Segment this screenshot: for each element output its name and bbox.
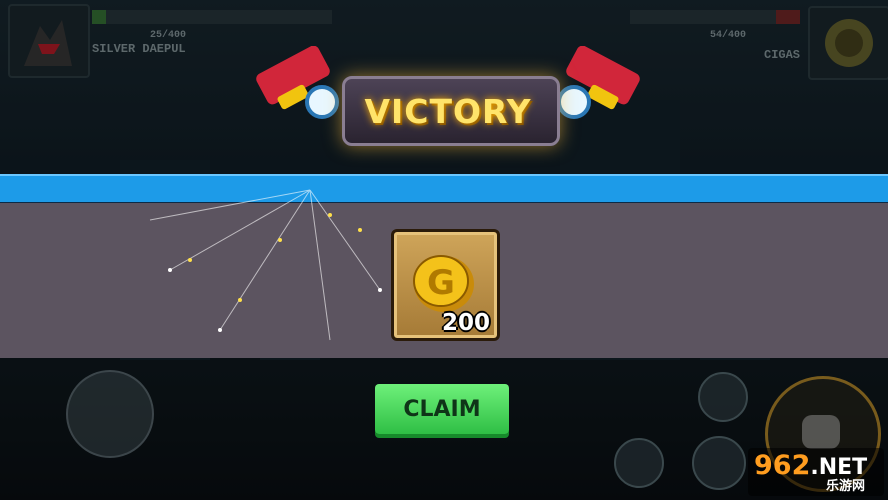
watermark-number-value: 962	[754, 450, 811, 481]
svg-text:G: G	[427, 263, 455, 303]
watermark-subtitle: 乐游网	[826, 479, 866, 494]
skill-button-3[interactable]	[692, 436, 746, 490]
skill-button-1[interactable]	[698, 372, 748, 422]
skill-button-2[interactable]	[614, 438, 664, 488]
joystick[interactable]	[66, 370, 154, 458]
victory-title: VICTORY	[364, 92, 532, 131]
claim-button[interactable]: CLAIM	[375, 384, 509, 434]
reward-amount: 200	[441, 310, 490, 336]
